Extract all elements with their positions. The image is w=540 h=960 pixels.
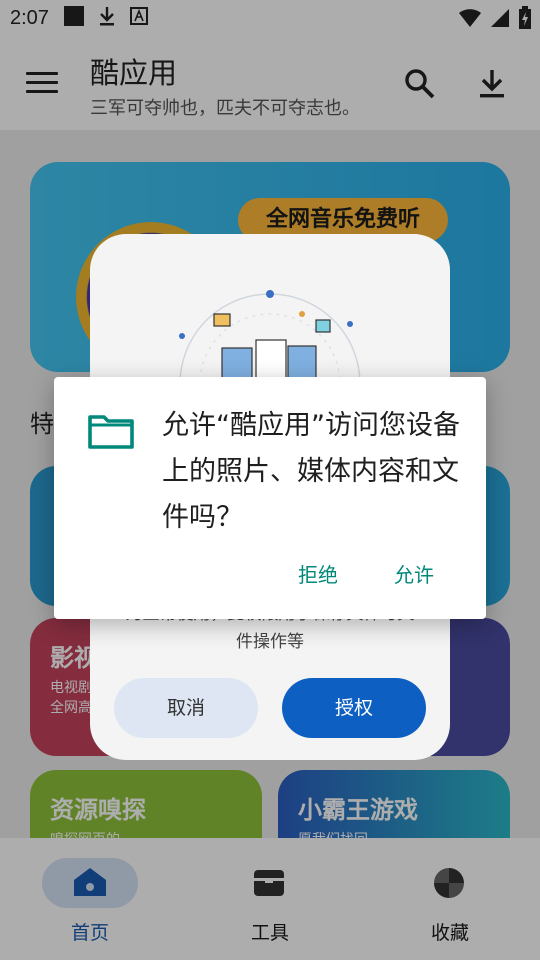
- allow-button[interactable]: 允许: [380, 555, 448, 595]
- deny-button[interactable]: 拒绝: [284, 555, 352, 595]
- folder-icon: [88, 415, 134, 449]
- cancel-button[interactable]: 取消: [114, 678, 258, 738]
- system-permission-dialog: 允许“酷应用”访问您设备上的照片、媒体内容和文件吗？ 拒绝 允许: [54, 377, 486, 619]
- permission-text-line-2: 件操作等: [236, 632, 304, 652]
- dialog-message: 允许“酷应用”访问您设备上的照片、媒体内容和文件吗？: [162, 410, 460, 533]
- authorize-button[interactable]: 授权: [282, 678, 426, 738]
